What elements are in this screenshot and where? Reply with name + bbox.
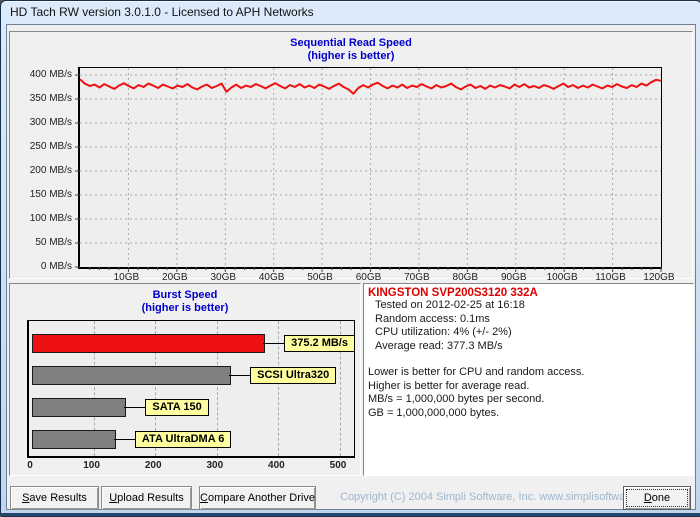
seq-chart-title: Sequential Read Speed <box>290 37 412 49</box>
seq-x-tick-label: 100GB <box>546 272 578 283</box>
seq-y-tick-label: 200 MB/s <box>29 165 72 176</box>
bar-label-connector <box>263 343 285 344</box>
seq-x-tick-label: 20GB <box>162 272 188 283</box>
info-notes: Lower is better for CPU and random acces… <box>364 366 693 420</box>
burst-gridline <box>278 321 280 456</box>
seq-x-tick-label: 80GB <box>452 272 479 283</box>
seq-y-tick-label: 100 MB/s <box>29 213 72 224</box>
burst-x-axis-labels: 0 100 200 300 400 500 <box>27 460 357 473</box>
copyright-text: Copyright (C) 2004 Simpli Software, Inc.… <box>340 491 660 503</box>
seq-x-tick-label: 50GB <box>307 272 333 283</box>
burst-x-tick-label: 300 <box>206 460 224 471</box>
note-line: MB/s = 1,000,000 bytes per second. <box>368 393 545 405</box>
burst-bar-label: SATA 150 <box>145 399 209 416</box>
burst-chart-subtitle: (higher is better) <box>141 302 229 314</box>
sequential-read-line <box>79 78 662 95</box>
cpu-utilization-line: CPU utilization: 4% (+/- 2%) <box>375 326 512 338</box>
seq-y-tick-label: 250 MB/s <box>29 141 72 152</box>
tested-on-line: Tested on 2012-02-25 at 16:18 <box>375 299 525 311</box>
burst-bar-ata-ultradma-6 <box>32 430 116 449</box>
seq-x-tick-label: 120GB <box>643 272 675 283</box>
average-read-line: Average read: 377.3 MB/s <box>375 339 503 352</box>
burst-bar-label: ATA UltraDMA 6 <box>134 431 232 448</box>
titlebar[interactable]: HD Tach RW version 3.0.1.0 - Licensed to… <box>1 1 700 23</box>
burst-bar-label: 375.2 MB/s <box>284 335 355 352</box>
note-line: GB = 1,000,000,000 bytes. <box>368 406 500 419</box>
burst-speed-panel: Burst Speed (higher is better) 375.2 MB/… <box>9 283 361 476</box>
seq-x-tick-label: 30GB <box>210 272 237 283</box>
seq-x-tick-label: 110GB <box>595 272 626 283</box>
seq-chart-svg <box>75 68 662 272</box>
upload-results-button[interactable]: Upload Results <box>101 486 192 510</box>
bar-label-connector <box>229 375 251 376</box>
burst-bar-label: SCSI Ultra320 <box>250 367 337 384</box>
seq-y-tick-label: 50 MB/s <box>35 237 72 248</box>
seq-x-tick-label: 40GB <box>258 272 285 283</box>
compare-another-drive-button[interactable]: Compare Another Drive <box>199 486 316 510</box>
seq-x-tick-label: 10GB <box>113 272 140 283</box>
bar-label-connector <box>113 439 135 440</box>
burst-bar-this-drive <box>32 334 266 353</box>
burst-x-tick-label: 0 <box>27 460 33 471</box>
seq-x-tick-label: 90GB <box>500 272 527 283</box>
burst-x-tick-label: 100 <box>83 460 100 471</box>
seq-y-tick-label: 300 MB/s <box>29 117 72 128</box>
seq-chart-subtitle: (higher is better) <box>307 50 395 62</box>
bar-label-connector <box>124 407 146 408</box>
save-results-button[interactable]: Save Results <box>10 486 99 510</box>
drive-info-panel: KINGSTON SVP200S3120 332A Tested on 2012… <box>363 283 694 476</box>
window-title: HD Tach RW version 3.0.1.0 - Licensed to… <box>10 5 314 19</box>
burst-x-tick-label: 400 <box>268 460 285 471</box>
burst-plot-area: 375.2 MB/s SCSI Ultra320 SATA 150 ATA Ultra… <box>27 320 355 458</box>
burst-bar-scsi-ultra320 <box>32 366 232 385</box>
sequential-read-panel: Sequential Read Speed (higher is better)… <box>9 31 693 283</box>
seq-y-tick-label: 400 MB/s <box>29 69 72 80</box>
seq-y-tick-label: 150 MB/s <box>29 189 72 200</box>
random-access-line: Random access: 0.1ms <box>375 312 490 325</box>
burst-bar-sata-150 <box>32 398 127 417</box>
app-window: HD Tach RW version 3.0.1.0 - Licensed to… <box>0 0 700 517</box>
burst-x-tick-label: 200 <box>144 460 162 471</box>
note-line: Lower is better for CPU and random acces… <box>368 366 585 378</box>
burst-chart-title: Burst Speed <box>152 289 218 301</box>
burst-x-tick-label: 500 <box>329 460 347 471</box>
drive-name: KINGSTON SVP200S3120 332A <box>368 287 538 299</box>
note-line: Higher is better for average read. <box>368 379 530 392</box>
done-button[interactable]: Done <box>623 486 691 510</box>
seq-y-axis-labels: 0 MB/s 50 MB/s 100 MB/s 150 MB/s 200 MB/s 250… <box>10 67 72 272</box>
seq-x-tick-label: 60GB <box>355 272 382 283</box>
seq-x-tick-label: 70GB <box>404 272 430 283</box>
seq-y-tick-label: 0 MB/s <box>40 261 72 272</box>
seq-y-tick-label: 350 MB/s <box>29 93 72 104</box>
seq-plot-area <box>75 67 662 272</box>
